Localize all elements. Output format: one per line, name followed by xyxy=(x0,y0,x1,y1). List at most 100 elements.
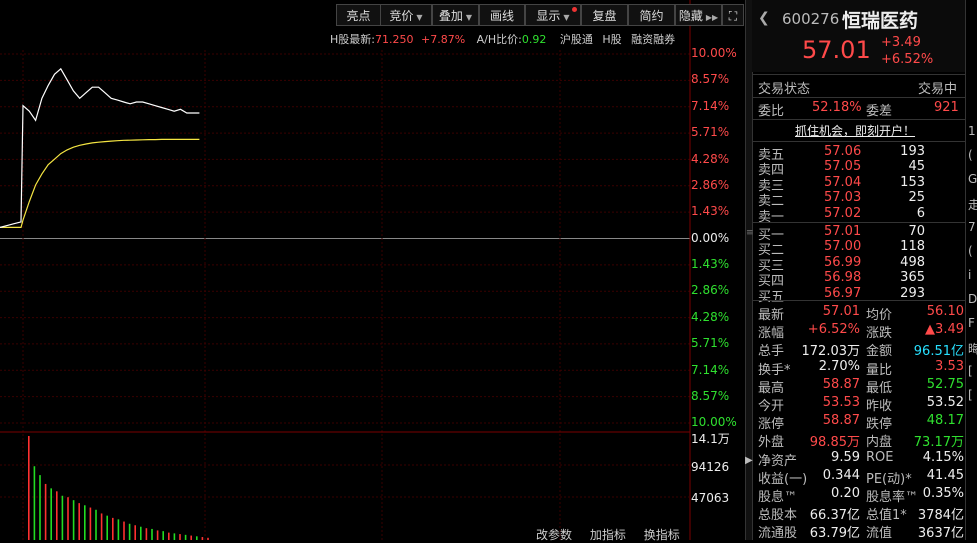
hgt-link[interactable]: 沪股通 xyxy=(560,33,593,46)
h-share-price: 71.250 xyxy=(374,33,414,46)
stat-value: 53.52 xyxy=(926,395,964,410)
volume-bars xyxy=(28,436,209,540)
bid-ratio-value: 52.18% xyxy=(812,100,862,115)
volume-axis-label: 94126 xyxy=(691,460,730,474)
axis-label-up: 4.28% xyxy=(691,151,730,166)
side-tab-fragment[interactable]: ( xyxy=(968,244,973,258)
stat-value: 96.51亿 xyxy=(913,344,964,360)
stock-name: 恒瑞医药 xyxy=(842,10,919,32)
ask-level-volume: 45 xyxy=(908,159,925,175)
axis-label-up: 1.43% xyxy=(691,204,730,219)
side-tab-fragment[interactable]: 7 xyxy=(968,220,976,234)
stat-value: 0.344 xyxy=(822,467,860,483)
volume-bar xyxy=(168,532,170,540)
side-tab-fragment[interactable]: [ xyxy=(968,364,973,378)
highlight-button[interactable]: 亮点 xyxy=(336,4,381,26)
chevron-down-icon: ▼ xyxy=(416,13,423,22)
price-line xyxy=(0,67,200,228)
volume-bar xyxy=(95,509,97,540)
stat-value: 66.37亿 xyxy=(809,508,860,524)
side-tab-fragment[interactable]: 1 xyxy=(968,124,976,138)
stat-value: 73.17万 xyxy=(913,435,964,451)
axis-label-down: 7.14% xyxy=(691,362,730,377)
stat-value: 57.01 xyxy=(822,304,860,319)
simple-button[interactable]: 简约 xyxy=(628,4,675,26)
ask-level-volume: 25 xyxy=(908,190,925,206)
stat-value: 0.20 xyxy=(831,486,860,501)
stat-value: ▲3.49 xyxy=(925,322,964,338)
stat-value: 52.75 xyxy=(926,376,964,392)
ask-level-volume: 193 xyxy=(900,144,925,159)
axis-label-up: 8.57% xyxy=(691,72,730,87)
stock-change: +3.49 xyxy=(881,35,921,50)
volume-bar xyxy=(123,521,125,540)
stat-value: 98.85万 xyxy=(809,435,860,451)
chevron-down-icon: ▼ xyxy=(563,13,570,22)
volume-bar xyxy=(196,536,198,540)
volume-bar xyxy=(84,505,86,540)
side-tab-fragment[interactable]: 晦 xyxy=(968,340,977,357)
trade-status-label: 交易状态 xyxy=(758,82,811,97)
average-price-line xyxy=(0,138,200,228)
bid-level-volume: 70 xyxy=(908,224,925,239)
stat-value: 53.53 xyxy=(822,395,860,410)
stat-value: 41.45 xyxy=(926,467,964,483)
replay-button[interactable]: 复盘 xyxy=(581,4,628,26)
volume-bar xyxy=(112,517,114,540)
stock-price: 57.01 xyxy=(802,36,871,64)
stat-value: 0.35% xyxy=(922,486,964,501)
h-share-change: +7.87% xyxy=(420,33,466,46)
side-tab-fragment[interactable]: ( xyxy=(968,148,973,162)
fullscreen-button[interactable]: ⛶ xyxy=(722,4,744,26)
draw-line-button[interactable]: 画线 xyxy=(479,4,525,26)
axis-label-down: 2.86% xyxy=(691,283,730,298)
axis-label-down: 1.43% xyxy=(691,257,730,271)
volume-bar xyxy=(89,507,92,540)
h-share-link[interactable]: H股 xyxy=(602,33,621,46)
stat-value: 56.10 xyxy=(926,304,964,319)
volume-bar xyxy=(100,513,103,540)
ah-ratio: 0.92 xyxy=(521,33,547,46)
stat-value: 3.53 xyxy=(935,358,964,374)
side-tab-fragment[interactable]: i xyxy=(968,268,971,282)
stat-value: 172.03万 xyxy=(801,344,861,360)
intraday-chart[interactable] xyxy=(0,0,745,540)
bid-level-label: 买五 xyxy=(758,289,785,305)
auction-button[interactable]: 竞价 ▼ xyxy=(380,4,432,26)
ask-level-volume: 6 xyxy=(916,205,925,221)
volume-bar xyxy=(179,534,181,540)
volume-bar xyxy=(56,491,58,540)
volume-bar xyxy=(173,533,176,540)
volume-bar xyxy=(134,525,136,540)
volume-bar xyxy=(140,526,142,540)
stat-value: 3637亿 xyxy=(917,526,964,542)
display-button[interactable]: 显示 ▼ xyxy=(525,4,581,26)
axis-label-down: 5.71% xyxy=(691,336,730,351)
overlay-button[interactable]: 叠加 ▼ xyxy=(432,4,479,26)
side-tab-fragment[interactable]: [ xyxy=(968,388,973,402)
side-tab-fragment[interactable]: D xyxy=(968,292,977,306)
axis-label-up: 5.71% xyxy=(691,125,730,140)
side-tab-fragment[interactable]: 走 xyxy=(968,196,977,213)
stat-value: +6.52% xyxy=(807,322,860,338)
hide-button[interactable]: 隐藏 ▶▶ xyxy=(675,4,722,26)
margin-trading-link[interactable]: 融资融券 xyxy=(631,33,675,46)
bid-diff-value: 921 xyxy=(934,100,959,115)
side-tab-fragment[interactable]: G xyxy=(968,172,977,186)
h-share-info: H股最新:71.250 +7.87% A/H比价:0.92 沪股通 H股 融资融… xyxy=(330,33,676,46)
stat-value: 58.87 xyxy=(822,376,860,392)
volume-axis-label: 47063 xyxy=(691,491,730,505)
bid-level-volume: 498 xyxy=(900,254,925,270)
side-tab-fragment[interactable]: F xyxy=(968,316,975,330)
bid-level-volume: 293 xyxy=(900,285,925,301)
stat-value: 48.17 xyxy=(926,413,964,429)
volume-bar xyxy=(33,466,36,540)
collapse-arrow-icon[interactable]: ▶ xyxy=(745,455,753,466)
prev-stock-icon[interactable]: ❮ xyxy=(758,10,770,26)
volume-bar xyxy=(28,436,30,540)
volume-bar xyxy=(128,523,131,540)
volume-axis-label: 14.1万 xyxy=(691,432,730,446)
double-chevron-right-icon: ▶▶ xyxy=(705,13,719,22)
price-lines xyxy=(0,67,200,228)
open-account-banner[interactable]: 抓住机会，即刻开户！ xyxy=(795,122,915,139)
